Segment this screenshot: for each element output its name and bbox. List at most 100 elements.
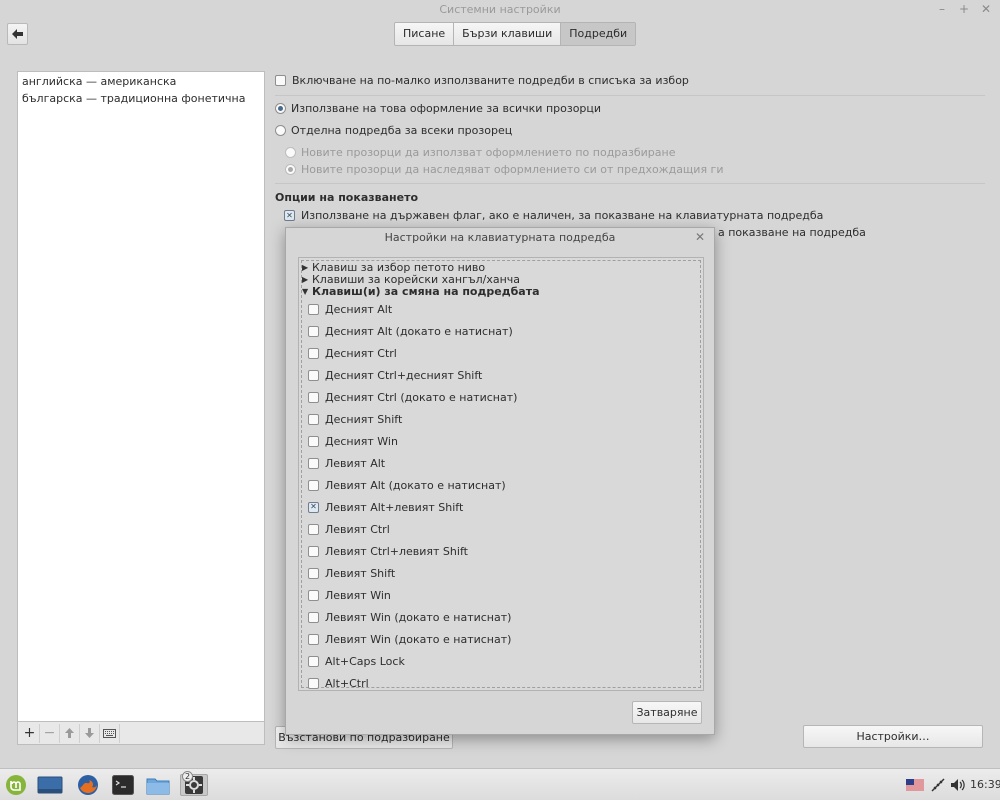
list-item[interactable]: Десният Alt [308,302,392,316]
list-item[interactable]: Левият Ctrl+левият Shift [308,544,468,558]
tab-layouts[interactable]: Подредби [561,23,636,45]
firefox-launcher[interactable] [76,774,100,796]
expander-down-icon[interactable]: ▼ [302,287,312,296]
expander-right-icon[interactable]: ▶ [302,263,312,272]
list-item[interactable]: Десният Alt (докато е натиснат) [308,324,513,338]
us-flag-icon [906,779,924,791]
same-layout-radio[interactable] [275,103,286,114]
option-checkbox[interactable] [308,589,319,601]
show-less-used-option[interactable]: Включване на по-малко използваните подре… [275,74,689,87]
new-default-option[interactable]: Новите прозорци да използват оформлениет… [285,146,676,159]
keyboard-layout-indicator[interactable] [905,774,925,796]
option-checkbox[interactable] [308,325,319,337]
new-inherit-radio[interactable] [285,164,296,175]
option-label: Левият Alt+левият Shift [325,500,464,514]
option-label: Левият Alt [325,456,386,470]
option-checkbox[interactable] [308,303,319,315]
window-titlebar: Системни настройки – + ✕ [0,0,1000,20]
option-checkbox[interactable] [308,501,319,513]
new-default-label: Новите прозорци да използват оформлениет… [301,146,676,159]
window-list-item-settings[interactable]: 2 [180,771,208,796]
list-item[interactable]: Левият Shift [308,566,395,580]
list-item[interactable]: Alt+Ctrl [308,676,369,690]
separate-layout-radio[interactable] [275,125,286,136]
separate-layout-option[interactable]: Отделна подредба за всеки прозорец [275,124,512,137]
list-item[interactable]: Десният Ctrl+десният Shift [308,368,482,382]
list-item[interactable]: Левият Win (докато е натиснат) [308,610,511,624]
expander-right-icon[interactable]: ▶ [302,275,312,284]
minimize-icon[interactable]: – [936,2,948,16]
new-inherit-label: Новите прозорци да наследяват оформление… [301,163,724,176]
option-checkbox[interactable] [308,369,319,381]
maximize-icon[interactable]: + [958,2,970,16]
list-item[interactable]: Левият Alt (докато е натиснат) [308,478,506,492]
option-checkbox[interactable] [308,479,319,491]
option-checkbox[interactable] [308,347,319,359]
option-label: Десният Ctrl [325,346,397,360]
back-button[interactable] [7,23,28,45]
option-label: Десният Alt (докато е натиснат) [325,324,513,338]
display-options-title: Опции на показването [275,191,419,204]
option-checkbox[interactable] [308,655,319,667]
option-checkbox[interactable] [308,391,319,403]
list-item[interactable]: английска — американска [18,72,264,89]
use-flag-checkbox[interactable] [284,210,295,221]
use-flag-label: Използване на държавен флаг, ако е налич… [301,209,824,222]
menu-button[interactable] [4,774,28,796]
tab-shortcuts[interactable]: Бързи клавиши [454,23,562,45]
option-checkbox[interactable] [308,435,319,447]
list-item[interactable]: Десният Win [308,434,398,448]
desktop-icon [37,776,63,794]
list-item[interactable]: българска — традиционна фонетична [18,89,264,106]
add-layout-button[interactable]: + [20,723,40,743]
show-less-used-checkbox[interactable] [275,75,286,86]
option-checkbox[interactable] [308,413,319,425]
second-display-option-tail: а показване на подредба [718,226,866,239]
close-icon[interactable]: ✕ [695,230,705,244]
move-up-button[interactable] [60,723,80,743]
list-item[interactable]: Alt+Caps Lock [308,654,405,668]
option-checkbox[interactable] [308,457,319,469]
list-item[interactable]: Левият Win [308,588,391,602]
option-checkbox[interactable] [308,611,319,623]
list-item[interactable]: Левият Alt [308,456,385,470]
show-desktop-button[interactable] [36,774,64,796]
list-item[interactable]: Десният Shift [308,412,402,426]
separate-layout-label: Отделна подредба за всеки прозорец [291,124,513,137]
tree-group-switch-layout[interactable]: ▼ Клавиш(и) за смяна на подредбата [302,285,540,298]
list-item[interactable]: Левият Win (докато е натиснат) [308,632,511,646]
files-launcher[interactable] [146,774,170,796]
tab-typing[interactable]: Писане [395,23,455,45]
list-item[interactable]: Левият Alt+левият Shift [308,500,463,514]
option-checkbox[interactable] [308,545,319,557]
move-down-button[interactable] [80,723,100,743]
options-tree[interactable]: ▶ Клавиш за избор петото ниво ▶ Клавиши … [298,257,704,691]
list-item[interactable]: Левият Ctrl [308,522,390,536]
use-flag-option[interactable]: Използване на държавен флаг, ако е налич… [284,209,823,222]
close-icon[interactable]: ✕ [980,2,992,16]
dialog-title: Настройки на клавиатурната подредба [384,231,616,244]
option-checkbox[interactable] [308,677,319,689]
terminal-launcher[interactable] [111,774,135,796]
option-checkbox[interactable] [308,633,319,645]
same-layout-option[interactable]: Използване на това оформление за всички … [275,102,601,115]
list-item[interactable]: Десният Ctrl [308,346,397,360]
network-indicator[interactable] [928,774,948,796]
clock[interactable]: 16:39 [970,778,1000,791]
volume-indicator[interactable] [948,774,968,796]
option-checkbox[interactable] [308,567,319,579]
option-checkbox[interactable] [308,523,319,535]
arrow-up-icon [65,728,74,738]
remove-layout-button[interactable]: − [40,723,60,743]
folder-icon [146,778,170,795]
volume-icon [951,779,965,791]
list-item[interactable]: Десният Ctrl (докато е натиснат) [308,390,517,404]
layout-list[interactable]: английска — американска българска — трад… [17,71,265,722]
close-dialog-button[interactable]: Затваряне [632,701,702,724]
new-default-radio[interactable] [285,147,296,158]
new-inherit-option[interactable]: Новите прозорци да наследяват оформление… [285,163,724,176]
minus-icon: − [43,725,56,741]
section-tabs: Писане Бързи клавиши Подредби [394,22,637,46]
settings-button[interactable]: Настройки… [803,725,983,748]
show-keyboard-button[interactable] [100,723,120,743]
